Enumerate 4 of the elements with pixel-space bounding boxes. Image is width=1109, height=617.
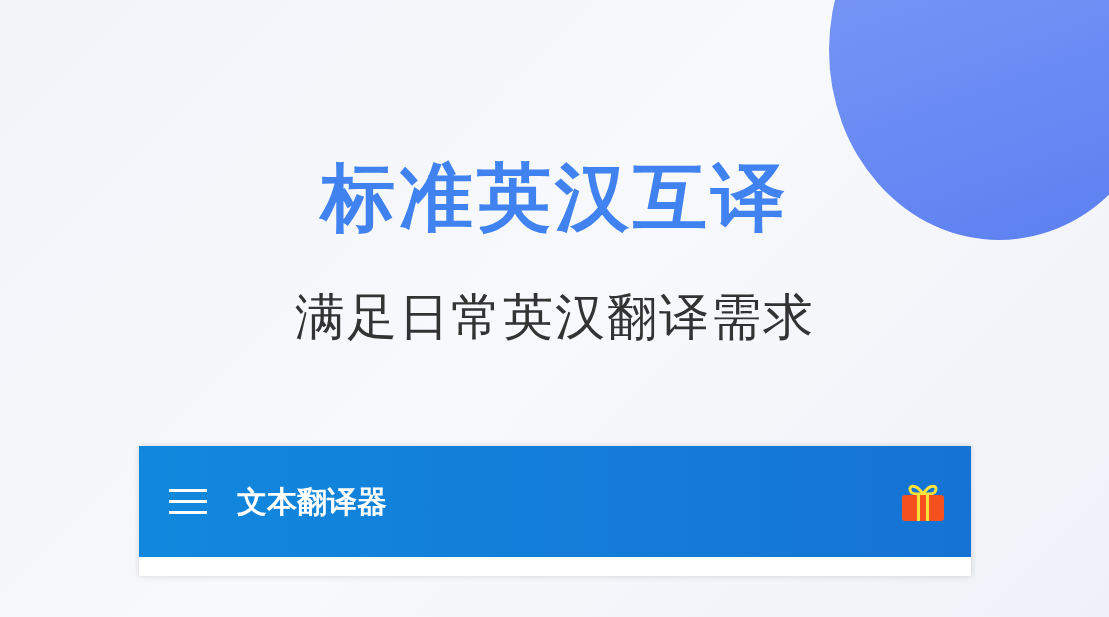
menu-icon[interactable] — [168, 488, 207, 515]
headline: 标准英汉互译 — [320, 160, 789, 234]
app-title: 文本翻译器 — [236, 483, 388, 521]
subtitle: 满足日常英汉翻译需求 — [294, 292, 815, 342]
